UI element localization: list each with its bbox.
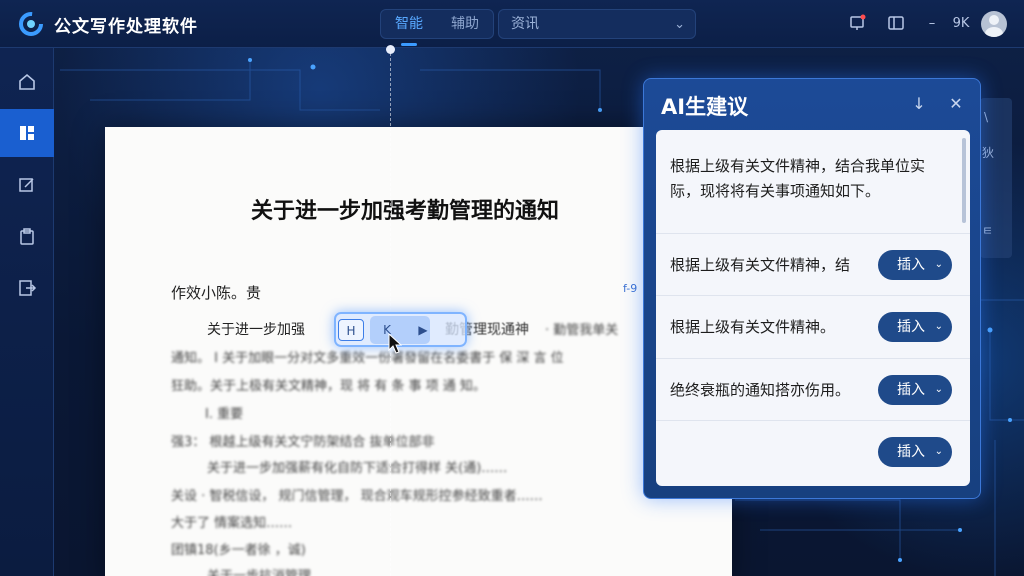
- rail-item-export[interactable]: [0, 264, 54, 312]
- suggestion-item: 插入 ⌄: [656, 420, 970, 482]
- top-bar: 公文写作处理软件 智能 辅助 资讯 ⌄ – 9K: [0, 0, 1024, 48]
- document-page[interactable]: 关于进一步加强考勤管理的通知 作效小陈。贵 f-9 关于进一步加强 勤管理现通神…: [105, 127, 732, 576]
- close-icon[interactable]: ✕: [947, 95, 965, 113]
- background-panel: \ 狄 ㅌ: [980, 98, 1012, 258]
- heading-button[interactable]: H: [338, 319, 364, 341]
- avatar[interactable]: [981, 11, 1007, 37]
- document-text-line: 关于进一步加强薪有化自防下适合打得样 关(通)……: [207, 461, 508, 476]
- download-icon[interactable]: ↓: [910, 95, 928, 113]
- chevron-down-icon: ⌄: [934, 321, 943, 332]
- document-text-line: I. 重要: [205, 407, 244, 422]
- chevron-down-icon: ⌄: [934, 384, 943, 395]
- insert-button[interactable]: 插入 ⌄: [878, 375, 952, 405]
- document-margin-mark: f-9: [623, 282, 638, 295]
- ghost-item: 狄: [982, 146, 995, 160]
- suggestion-item: 绝终衰瓶的通知搭亦伤用。 插入 ⌄: [656, 358, 970, 420]
- document-text-line: 狂助。关于上极有关文精神，现 将 有 条 事 项 通 知。: [171, 379, 486, 394]
- clipboard-icon: [20, 228, 34, 245]
- suggestion-list: 根据上级有关文件精神，结合我单位实际，现将将有关事项通知如下。 根据上级有关文件…: [656, 130, 970, 486]
- insert-button[interactable]: 插入 ⌄: [878, 437, 952, 467]
- insert-label: 插入: [897, 382, 925, 398]
- minimize-icon[interactable]: –: [922, 14, 942, 34]
- document-text-line: 团镇18(乡一者徐 ，诚): [171, 543, 306, 558]
- rail-item-edit[interactable]: [0, 161, 54, 209]
- insert-label: 插入: [897, 319, 925, 335]
- document-text-line: · 勤管我单关: [545, 323, 619, 338]
- chevron-down-icon: ⌄: [934, 446, 943, 457]
- info-select[interactable]: 资讯 ⌄: [498, 9, 696, 39]
- insert-button[interactable]: 插入 ⌄: [878, 312, 952, 342]
- home-icon: [19, 73, 35, 90]
- play-button[interactable]: ▶: [412, 319, 434, 341]
- panel-title: AI生建议: [661, 95, 749, 119]
- tab-assist[interactable]: 辅助: [437, 10, 493, 38]
- guide-handle[interactable]: [386, 45, 395, 54]
- scrollbar[interactable]: [962, 138, 966, 223]
- suggestion-text: 根据上级有关文件精神，结: [670, 256, 851, 274]
- insert-label: 插入: [897, 257, 925, 273]
- suggestion-text: 根据上级有关文件精神。: [670, 318, 836, 336]
- user-label: 9K: [952, 16, 970, 31]
- chevron-down-icon: ⌄: [674, 17, 685, 32]
- app-title: 公文写作处理软件: [54, 17, 198, 37]
- notification-icon[interactable]: [848, 14, 868, 34]
- insert-button[interactable]: 插入 ⌄: [878, 250, 952, 280]
- insert-label: 插入: [897, 444, 925, 460]
- chevron-down-icon: ⌄: [934, 259, 943, 270]
- suggestion-text: 绝终衰瓶的通知搭亦伤用。: [670, 381, 851, 399]
- document-salutation: 作效小陈。贵: [171, 284, 262, 302]
- document-line-1: 关于进一步加强: [207, 319, 305, 339]
- document-text-line: 大于了 情案选知……: [171, 516, 293, 531]
- export-icon: [19, 280, 37, 296]
- mouse-cursor-icon: [388, 333, 402, 354]
- left-rail: [0, 48, 54, 576]
- rail-item-clipboard[interactable]: [0, 213, 54, 261]
- rail-item-home[interactable]: [0, 58, 54, 106]
- suggestion-item: 根据上级有关文件精神。 插入 ⌄: [656, 295, 970, 357]
- ai-suggestion-panel: AI生建议 ↓ ✕ 根据上级有关文件精神，结合我单位实际，现将将有关事项通知如下…: [643, 78, 981, 499]
- rail-item-documents[interactable]: [0, 109, 54, 157]
- document-text-line: 关设 · 智税信设， 规门信管理， 现合观车规形控参经致重者……: [171, 489, 543, 504]
- document-title: 关于进一步加强考勤管理的通知: [250, 199, 559, 224]
- document-text-line: 关于一步抗消管理: [207, 565, 311, 576]
- tab-smart[interactable]: 智能: [381, 10, 437, 46]
- document-line-1-start: 关于进一步加强: [207, 322, 305, 338]
- document-icon: [20, 126, 34, 140]
- app-logo-icon: [19, 12, 43, 36]
- main-suggestion[interactable]: 根据上级有关文件精神，结合我单位实际，现将将有关事项通知如下。: [670, 154, 950, 204]
- edit-icon: [19, 178, 34, 192]
- document-text-line: 通知。 I 关于加眼一分对文多重效一份署發留在名委書于 保 深 言 位: [171, 351, 564, 366]
- mode-tabs: 智能 辅助: [380, 9, 494, 46]
- suggestion-item: 根据上级有关文件精神，结 插入 ⌄: [656, 233, 970, 295]
- info-select-value: 资讯: [511, 16, 539, 32]
- document-text-line: 强3： 根越上级有关文宁防架结合 抜单位部非: [171, 435, 435, 450]
- ghost-item: ㅌ: [982, 224, 994, 238]
- layout-icon[interactable]: [886, 14, 906, 34]
- ghost-item: \: [984, 110, 989, 124]
